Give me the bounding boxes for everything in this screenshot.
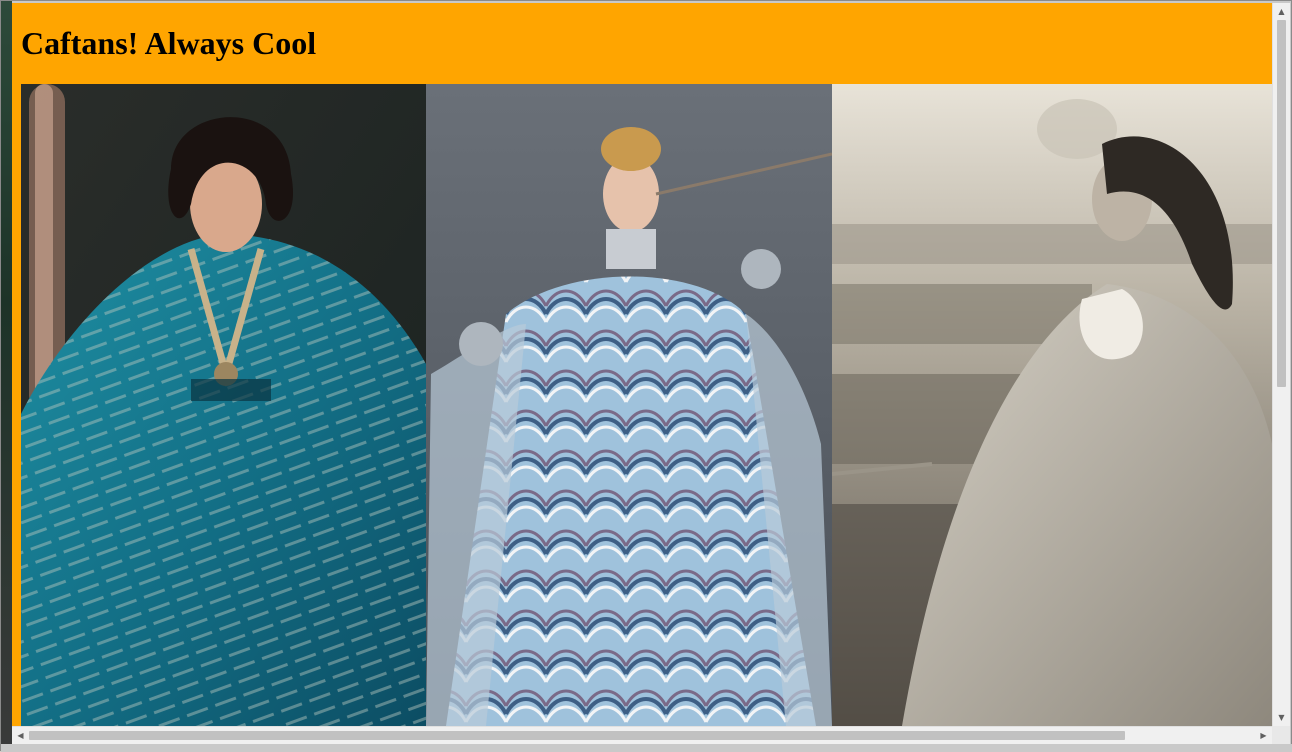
horizontal-scroll-thumb[interactable]	[29, 731, 1125, 740]
image-gallery	[21, 84, 1272, 726]
page-viewport: Caftans! Always Cool	[12, 3, 1272, 726]
vertical-scrollbar[interactable]: ▲ ▼	[1272, 3, 1290, 726]
sepia-caftan-photo	[832, 84, 1272, 726]
teal-caftan-photo	[21, 84, 426, 726]
horizontal-scrollbar[interactable]: ◀ ▶	[12, 726, 1272, 744]
scrollbar-corner	[1272, 726, 1290, 744]
arrow-left-icon[interactable]: ◀	[12, 727, 29, 744]
browser-window: Caftans! Always Cool ▲ ▼ ◀ ▶	[0, 0, 1292, 752]
teal-caftan-image	[21, 84, 426, 726]
sepia-caftan-image	[832, 84, 1272, 726]
desktop-background-strip	[1, 1, 12, 752]
arrow-down-icon[interactable]: ▼	[1273, 709, 1290, 726]
page-header: Caftans! Always Cool	[12, 3, 1272, 84]
arrow-up-icon[interactable]: ▲	[1273, 3, 1290, 20]
marbled-blue-caftan-image	[426, 84, 832, 726]
vertical-scroll-thumb[interactable]	[1277, 20, 1286, 387]
arrow-right-icon[interactable]: ▶	[1255, 727, 1272, 744]
marbled-blue-caftan-photo	[426, 84, 832, 726]
page-title: Caftans! Always Cool	[21, 25, 317, 61]
